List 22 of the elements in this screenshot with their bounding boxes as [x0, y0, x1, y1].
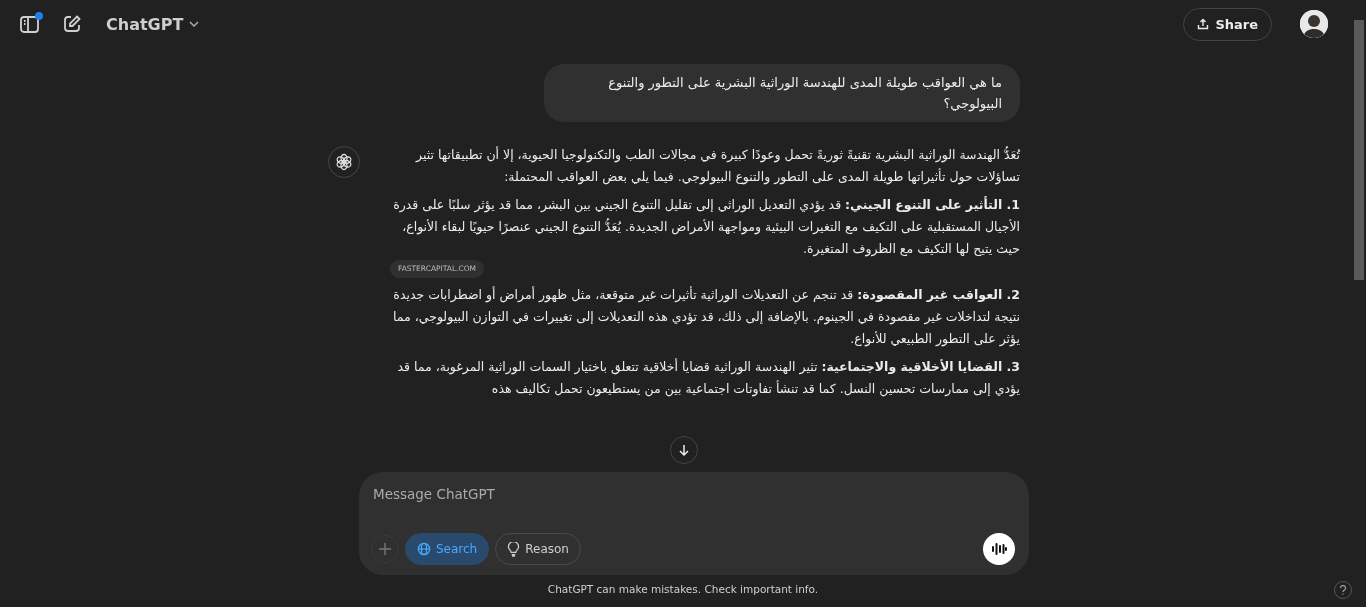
- question-mark-icon: [1339, 585, 1347, 595]
- search-toggle[interactable]: Search: [405, 533, 490, 565]
- waveform-icon: [991, 542, 1007, 556]
- user-message: ما هي العواقب طويلة المدى للهندسة الوراثية البشرية على التطور والتنوع البيولوجي؟: [544, 64, 1020, 122]
- response-paragraph: 1. التأثير على التنوع الجيني: قد يؤدي التعديل الوراثي إلى تقليل التنوع الجيني بين البشر، مما قد يؤثر سلبًا على قدرة الأجيال المستقبلية على التكيف مع التغيرات البيئية ومواجهة الأمراض الجديدة. يُعَدُّ التنوع الجيني عنصرًا حيويًا لبقاء الأنواع، حيث يتيح لها التكيف مع الظروف المتغيرة.: [392, 195, 1020, 259]
- sidebar-icon: [19, 14, 41, 34]
- upload-icon: [1197, 18, 1210, 30]
- pencil-square-icon: [62, 14, 82, 34]
- scroll-down-button[interactable]: [670, 436, 698, 464]
- arrow-down-icon: [678, 444, 690, 456]
- response-paragraph: تُعَدُّ الهندسة الوراثية البشرية تقنيةً ثوريةً تحمل وعودًا كبيرة في مجالات الطب والتكنولوجيا الحيوية، إلا أن تطبيقاتها تثير تساؤلات حول تأثيراتها طويلة المدى على التطور والتنوع البيولوجي. فيما يلي بعض العواقب المحتملة:: [414, 145, 1020, 187]
- plus-icon: [378, 542, 392, 556]
- voice-mode-button[interactable]: [983, 533, 1015, 565]
- response-paragraph: 2. العواقب غير المقصودة: قد تنجم عن التعديلات الوراثية تأثيرات غير متوقعة، مثل ظهور أمراض أو اضطرابات جديدة نتيجة لتداخلات غير مقصودة في الجينوم. بالإضافة إلى ذلك، قد تؤدي هذه التعديلات إلى تغييرات في التوازن البيولوجي، مما يؤثر على التطور الطبيعي للأنواع.: [392, 285, 1020, 349]
- globe-icon: [417, 542, 431, 556]
- response-paragraph: 3. القضايا الأخلاقية والاجتماعية: تثير الهندسة الوراثية قضايا أخلاقية تتعلق باختيار السمات الوراثية المرغوبة، مما قد يؤدي إلى ممارسات تحسين النسل. كما قد تنشأ تفاوتات اجتماعية بين من يستطيعون تحمل تكاليف هذه: [396, 357, 1020, 399]
- message-input[interactable]: Message ChatGPT: [373, 486, 1015, 502]
- chevron-down-icon: [189, 21, 200, 27]
- user-avatar[interactable]: [1300, 10, 1328, 38]
- model-selector[interactable]: ChatGPT: [100, 10, 206, 38]
- lightbulb-icon: [507, 541, 521, 557]
- disclaimer-text: ChatGPT can make mistakes. Check important info.: [547, 583, 819, 595]
